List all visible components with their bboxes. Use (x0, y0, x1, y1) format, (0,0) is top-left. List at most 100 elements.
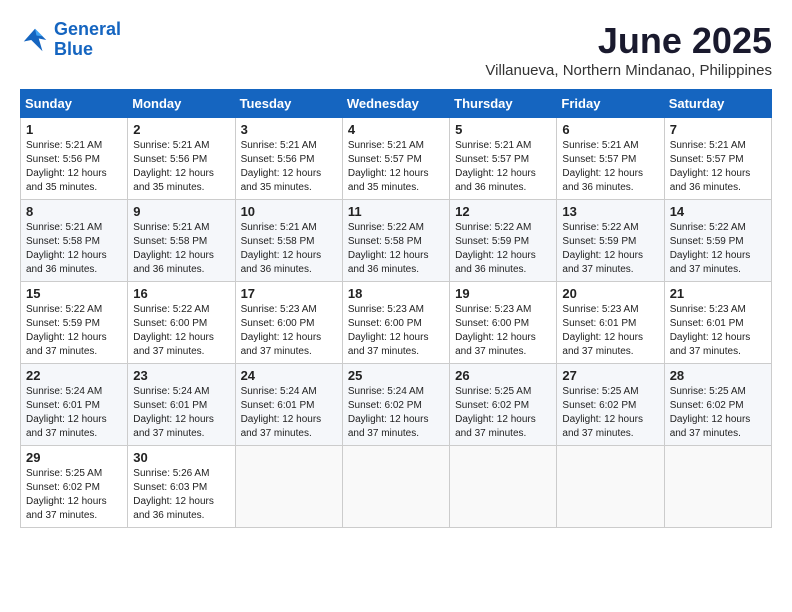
header-sunday: Sunday (21, 90, 128, 118)
day-number: 30 (133, 450, 229, 465)
day-info: Sunrise: 5:22 AM Sunset: 5:59 PM Dayligh… (455, 221, 551, 277)
page-container: General Blue June 2025 Villanueva, North… (20, 20, 772, 528)
day-info: Sunrise: 5:24 AM Sunset: 6:01 PM Dayligh… (241, 385, 337, 441)
table-row: 26 Sunrise: 5:25 AM Sunset: 6:02 PM Dayl… (450, 364, 557, 446)
day-info: Sunrise: 5:23 AM Sunset: 6:01 PM Dayligh… (562, 303, 658, 359)
calendar-week-row: 1 Sunrise: 5:21 AM Sunset: 5:56 PM Dayli… (21, 118, 772, 200)
day-number: 25 (348, 368, 444, 383)
calendar-week-row: 29 Sunrise: 5:25 AM Sunset: 6:02 PM Dayl… (21, 446, 772, 528)
day-info: Sunrise: 5:25 AM Sunset: 6:02 PM Dayligh… (670, 385, 766, 441)
day-info: Sunrise: 5:23 AM Sunset: 6:00 PM Dayligh… (348, 303, 444, 359)
table-row: 15 Sunrise: 5:22 AM Sunset: 5:59 PM Dayl… (21, 282, 128, 364)
day-info: Sunrise: 5:22 AM Sunset: 5:59 PM Dayligh… (26, 303, 122, 359)
day-info: Sunrise: 5:21 AM Sunset: 5:58 PM Dayligh… (26, 221, 122, 277)
day-number: 10 (241, 204, 337, 219)
logo-blue: Blue (54, 39, 93, 59)
day-number: 8 (26, 204, 122, 219)
day-info: Sunrise: 5:21 AM Sunset: 5:57 PM Dayligh… (455, 139, 551, 195)
day-info: Sunrise: 5:21 AM Sunset: 5:57 PM Dayligh… (562, 139, 658, 195)
day-number: 17 (241, 286, 337, 301)
day-info: Sunrise: 5:22 AM Sunset: 6:00 PM Dayligh… (133, 303, 229, 359)
month-title: June 2025 (485, 20, 772, 62)
header-friday: Friday (557, 90, 664, 118)
table-row (664, 446, 771, 528)
title-area: June 2025 Villanueva, Northern Mindanao,… (485, 20, 772, 79)
table-row: 21 Sunrise: 5:23 AM Sunset: 6:01 PM Dayl… (664, 282, 771, 364)
day-number: 11 (348, 204, 444, 219)
table-row: 17 Sunrise: 5:23 AM Sunset: 6:00 PM Dayl… (235, 282, 342, 364)
table-row (235, 446, 342, 528)
table-row: 20 Sunrise: 5:23 AM Sunset: 6:01 PM Dayl… (557, 282, 664, 364)
day-number: 6 (562, 122, 658, 137)
day-info: Sunrise: 5:21 AM Sunset: 5:57 PM Dayligh… (670, 139, 766, 195)
day-info: Sunrise: 5:25 AM Sunset: 6:02 PM Dayligh… (26, 467, 122, 523)
calendar-week-row: 8 Sunrise: 5:21 AM Sunset: 5:58 PM Dayli… (21, 200, 772, 282)
day-number: 15 (26, 286, 122, 301)
day-number: 4 (348, 122, 444, 137)
day-number: 2 (133, 122, 229, 137)
day-info: Sunrise: 5:21 AM Sunset: 5:58 PM Dayligh… (133, 221, 229, 277)
logo-icon (20, 25, 50, 55)
day-info: Sunrise: 5:24 AM Sunset: 6:02 PM Dayligh… (348, 385, 444, 441)
day-info: Sunrise: 5:21 AM Sunset: 5:56 PM Dayligh… (26, 139, 122, 195)
table-row: 3 Sunrise: 5:21 AM Sunset: 5:56 PM Dayli… (235, 118, 342, 200)
day-number: 3 (241, 122, 337, 137)
day-info: Sunrise: 5:26 AM Sunset: 6:03 PM Dayligh… (133, 467, 229, 523)
header: General Blue June 2025 Villanueva, North… (20, 20, 772, 79)
day-number: 27 (562, 368, 658, 383)
table-row: 28 Sunrise: 5:25 AM Sunset: 6:02 PM Dayl… (664, 364, 771, 446)
table-row: 14 Sunrise: 5:22 AM Sunset: 5:59 PM Dayl… (664, 200, 771, 282)
table-row: 4 Sunrise: 5:21 AM Sunset: 5:57 PM Dayli… (342, 118, 449, 200)
calendar-week-row: 22 Sunrise: 5:24 AM Sunset: 6:01 PM Dayl… (21, 364, 772, 446)
day-info: Sunrise: 5:25 AM Sunset: 6:02 PM Dayligh… (455, 385, 551, 441)
calendar-week-row: 15 Sunrise: 5:22 AM Sunset: 5:59 PM Dayl… (21, 282, 772, 364)
table-row: 9 Sunrise: 5:21 AM Sunset: 5:58 PM Dayli… (128, 200, 235, 282)
header-thursday: Thursday (450, 90, 557, 118)
table-row: 11 Sunrise: 5:22 AM Sunset: 5:58 PM Dayl… (342, 200, 449, 282)
day-number: 18 (348, 286, 444, 301)
table-row: 19 Sunrise: 5:23 AM Sunset: 6:00 PM Dayl… (450, 282, 557, 364)
table-row: 24 Sunrise: 5:24 AM Sunset: 6:01 PM Dayl… (235, 364, 342, 446)
table-row (557, 446, 664, 528)
day-info: Sunrise: 5:23 AM Sunset: 6:00 PM Dayligh… (455, 303, 551, 359)
day-number: 20 (562, 286, 658, 301)
day-info: Sunrise: 5:22 AM Sunset: 5:59 PM Dayligh… (670, 221, 766, 277)
day-info: Sunrise: 5:21 AM Sunset: 5:58 PM Dayligh… (241, 221, 337, 277)
day-info: Sunrise: 5:22 AM Sunset: 5:59 PM Dayligh… (562, 221, 658, 277)
table-row: 12 Sunrise: 5:22 AM Sunset: 5:59 PM Dayl… (450, 200, 557, 282)
header-saturday: Saturday (664, 90, 771, 118)
day-number: 28 (670, 368, 766, 383)
day-info: Sunrise: 5:22 AM Sunset: 5:58 PM Dayligh… (348, 221, 444, 277)
day-info: Sunrise: 5:23 AM Sunset: 6:01 PM Dayligh… (670, 303, 766, 359)
table-row: 2 Sunrise: 5:21 AM Sunset: 5:56 PM Dayli… (128, 118, 235, 200)
table-row: 16 Sunrise: 5:22 AM Sunset: 6:00 PM Dayl… (128, 282, 235, 364)
day-number: 12 (455, 204, 551, 219)
day-number: 14 (670, 204, 766, 219)
day-number: 23 (133, 368, 229, 383)
table-row: 25 Sunrise: 5:24 AM Sunset: 6:02 PM Dayl… (342, 364, 449, 446)
day-number: 21 (670, 286, 766, 301)
day-number: 5 (455, 122, 551, 137)
header-wednesday: Wednesday (342, 90, 449, 118)
header-tuesday: Tuesday (235, 90, 342, 118)
location-title: Villanueva, Northern Mindanao, Philippin… (485, 62, 772, 79)
table-row: 5 Sunrise: 5:21 AM Sunset: 5:57 PM Dayli… (450, 118, 557, 200)
table-row: 27 Sunrise: 5:25 AM Sunset: 6:02 PM Dayl… (557, 364, 664, 446)
logo-text: General Blue (54, 20, 121, 60)
table-row: 7 Sunrise: 5:21 AM Sunset: 5:57 PM Dayli… (664, 118, 771, 200)
day-number: 16 (133, 286, 229, 301)
day-number: 19 (455, 286, 551, 301)
calendar-table: Sunday Monday Tuesday Wednesday Thursday… (20, 89, 772, 528)
day-number: 22 (26, 368, 122, 383)
table-row (450, 446, 557, 528)
table-row: 8 Sunrise: 5:21 AM Sunset: 5:58 PM Dayli… (21, 200, 128, 282)
day-info: Sunrise: 5:25 AM Sunset: 6:02 PM Dayligh… (562, 385, 658, 441)
logo-general: General (54, 19, 121, 39)
day-number: 26 (455, 368, 551, 383)
logo: General Blue (20, 20, 121, 60)
day-number: 13 (562, 204, 658, 219)
day-info: Sunrise: 5:23 AM Sunset: 6:00 PM Dayligh… (241, 303, 337, 359)
table-row: 18 Sunrise: 5:23 AM Sunset: 6:00 PM Dayl… (342, 282, 449, 364)
table-row: 22 Sunrise: 5:24 AM Sunset: 6:01 PM Dayl… (21, 364, 128, 446)
table-row: 30 Sunrise: 5:26 AM Sunset: 6:03 PM Dayl… (128, 446, 235, 528)
